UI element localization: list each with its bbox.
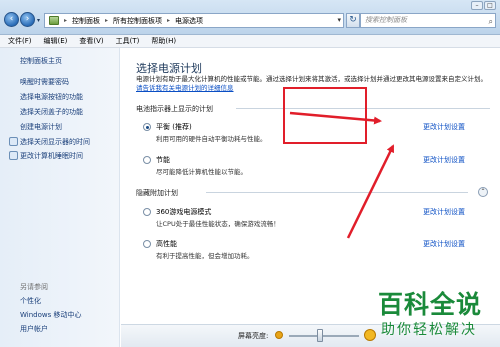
plan-power-saver-name[interactable]: 节能 — [156, 155, 170, 165]
see-also-user-accounts[interactable]: 用户帐户 — [20, 324, 48, 334]
menu-view[interactable]: 查看(V) — [79, 36, 103, 46]
menu-help[interactable]: 帮助(H) — [151, 36, 176, 46]
plan-power-saver-radio[interactable] — [143, 156, 151, 164]
watermark-logo: 百科全说 助你轻松解决 — [369, 285, 495, 343]
plan-balanced-desc: 利用可用的硬件自动平衡功耗与性能。 — [156, 135, 267, 143]
search-placeholder: 搜索控制面板 — [365, 16, 407, 24]
sidebar: 控制面板主页 唤醒时需要密码 选择电源按钮的功能 选择关闭盖子的功能 创建电源计… — [0, 48, 120, 347]
brightness-slider-track[interactable] — [289, 335, 359, 337]
watermark-main-text: 百科全说 — [378, 290, 483, 319]
see-also-heading: 另请参阅 — [20, 283, 48, 291]
group-battery-plans-heading: 电池指示器上显示的计划 — [136, 105, 213, 113]
sidebar-item-require-password[interactable]: 唤醒时需要密码 — [20, 77, 69, 87]
moon-icon — [9, 151, 18, 160]
forward-button[interactable]: › — [20, 12, 35, 27]
address-dropdown-icon[interactable]: ▾ — [337, 16, 341, 24]
recent-pages-arrow-icon[interactable]: ▾ — [37, 17, 40, 24]
see-also-personalization[interactable]: 个性化 — [20, 296, 41, 306]
breadcrumb-all-items[interactable]: 所有控制面板项 — [113, 16, 162, 26]
search-input[interactable]: 搜索控制面板 ⌕ — [360, 13, 496, 28]
sidebar-item-sleep-time[interactable]: 更改计算机睡眠时间 — [20, 151, 83, 161]
collapse-chevron-up-icon[interactable]: ⌃ — [478, 187, 488, 197]
plan-360-game-settings-link[interactable]: 更改计划设置 — [423, 207, 465, 217]
chevron-right-icon[interactable]: ▸ — [167, 17, 170, 24]
plan-high-performance-name[interactable]: 高性能 — [156, 239, 177, 249]
brightness-label: 屏幕亮度: — [238, 332, 269, 340]
plan-360-game-radio[interactable] — [143, 208, 151, 216]
sidebar-item-close-lid[interactable]: 选择关闭盖子的功能 — [20, 107, 83, 117]
description-text: 电源计划有助于最大化计算机的性能或节能。通过选择计划来将其激活，或选择计划并通过… — [136, 75, 487, 83]
plan-balanced-radio[interactable] — [143, 123, 151, 131]
sidebar-item-power-button[interactable]: 选择电源按钮的功能 — [20, 92, 83, 102]
plan-360-game-desc: 让CPU处于最佳性能状态，确保游戏流畅！ — [156, 220, 280, 228]
sidebar-item-create-plan[interactable]: 创建电源计划 — [20, 122, 62, 132]
breadcrumb-control-panel[interactable]: 控制面板 — [72, 16, 100, 26]
chevron-right-icon[interactable]: ▸ — [105, 17, 108, 24]
refresh-button[interactable]: ↻ — [346, 13, 360, 28]
page-title: 选择电源计划 — [136, 62, 202, 75]
search-icon[interactable]: ⌕ — [489, 15, 493, 28]
menu-file[interactable]: 文件(F) — [8, 36, 32, 46]
plan-power-saver-desc: 尽可能降低计算机性能以节能。 — [156, 168, 247, 176]
brightness-slider-thumb[interactable] — [317, 329, 323, 342]
minimize-button[interactable]: – — [471, 1, 483, 10]
plan-high-performance-settings-link[interactable]: 更改计划设置 — [423, 239, 465, 249]
sidebar-item-control-panel-home[interactable]: 控制面板主页 — [20, 56, 62, 66]
group-divider — [206, 192, 468, 193]
annotation-highlight-box — [283, 87, 367, 144]
menu-bar: 文件(F) 编辑(E) 查看(V) 工具(T) 帮助(H) — [0, 35, 500, 48]
power-plan-info-link[interactable]: 请告诉我有关电源计划的详细信息 — [136, 84, 234, 92]
monitor-icon — [9, 137, 18, 146]
brightness-low-icon — [275, 331, 283, 339]
group-hidden-plans-heading[interactable]: 隐藏附加计划 — [136, 188, 178, 198]
menu-tools[interactable]: 工具(T) — [116, 36, 140, 46]
menu-edit[interactable]: 编辑(E) — [44, 36, 68, 46]
plan-power-saver-settings-link[interactable]: 更改计划设置 — [423, 155, 465, 165]
control-panel-icon — [49, 16, 59, 25]
address-bar[interactable]: ▸ 控制面板 ▸ 所有控制面板项 ▸ 电源选项 ▾ — [44, 13, 344, 28]
plan-balanced-settings-link[interactable]: 更改计划设置 — [423, 122, 465, 132]
breadcrumb-power-options[interactable]: 电源选项 — [175, 16, 203, 26]
see-also-mobility-center[interactable]: Windows 移动中心 — [20, 310, 81, 320]
back-button[interactable]: ‹ — [4, 12, 19, 27]
plan-high-performance-desc: 有利于提高性能，但会增加功耗。 — [156, 252, 254, 260]
window-controls: – □ — [471, 1, 496, 10]
plan-high-performance-radio[interactable] — [143, 240, 151, 248]
watermark-sub-text: 助你轻松解决 — [381, 322, 477, 338]
plan-360-game-name[interactable]: 360游戏电源模式 — [156, 207, 211, 217]
sidebar-item-display-off-time[interactable]: 选择关闭显示器的时间 — [20, 137, 90, 147]
maximize-button[interactable]: □ — [484, 1, 496, 10]
plan-balanced-name[interactable]: 平衡 (推荐) — [156, 122, 192, 132]
title-bar: ‹ › ▾ ▸ 控制面板 ▸ 所有控制面板项 ▸ 电源选项 ▾ ↻ 搜索控制面板… — [0, 0, 500, 35]
chevron-right-icon[interactable]: ▸ — [64, 17, 67, 24]
